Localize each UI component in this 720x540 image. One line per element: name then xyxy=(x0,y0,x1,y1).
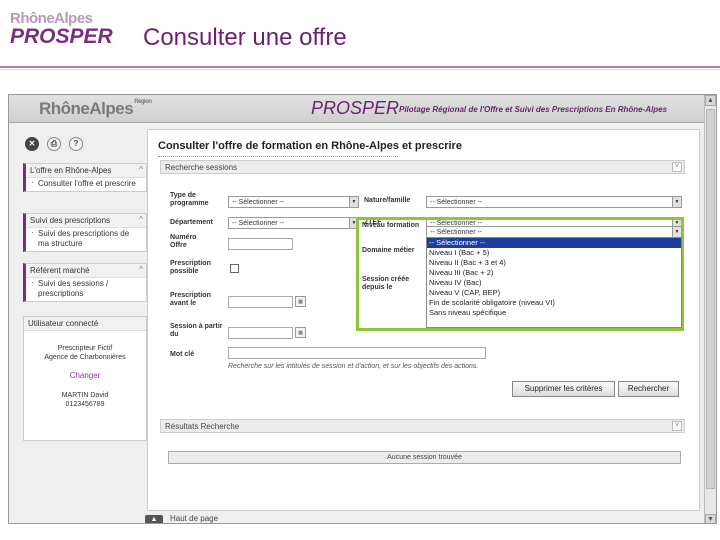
contact-name: MARTIN David xyxy=(61,392,109,399)
no-results-message: Aucune session trouvée xyxy=(168,451,681,464)
collapse-section-icon[interactable]: ˅ xyxy=(672,162,682,172)
user-name: Prescripteur Fictif xyxy=(57,345,113,352)
slide-divider xyxy=(0,66,720,68)
chevron-down-icon: ▼ xyxy=(672,197,681,207)
slide-logo: RhôneAlpes PROSPER xyxy=(10,10,120,49)
user-panel-title: Utilisateur connecté xyxy=(24,317,146,331)
main-panel: Consulter l'offre de formation en Rhône-… xyxy=(147,129,700,511)
dropdown-option[interactable]: -- Sélectionner -- xyxy=(427,238,681,248)
vertical-scrollbar[interactable]: ▲ ▼ xyxy=(704,95,716,523)
prescription-possible-label: Prescription possible xyxy=(170,260,211,275)
chevron-down-icon: ▼ xyxy=(349,197,358,207)
slide-title: Consulter une offre xyxy=(143,24,347,51)
search-button[interactable]: Rechercher xyxy=(618,381,679,397)
niveau-formation-value: -- Sélectionner -- xyxy=(430,229,483,236)
back-to-top-link[interactable]: Haut de page xyxy=(170,514,218,523)
type-programme-value: -- Sélectionner -- xyxy=(232,199,285,206)
dropdown-option[interactable]: Niveau II (Bac + 3 et 4) xyxy=(427,258,681,268)
departement-value: -- Sélectionner -- xyxy=(232,220,285,227)
numero-offre-label: Numéro Offre xyxy=(170,234,197,249)
dropdown-option[interactable]: Niveau IV (Bac) xyxy=(427,278,681,288)
departement-select[interactable]: -- Sélectionner -- ▼ xyxy=(228,217,359,229)
prescription-avant-label: Prescription avant le xyxy=(170,292,211,307)
session-partir-label: Session à partir du xyxy=(170,323,223,338)
menu-referent-title-label: Référent marché xyxy=(30,266,90,275)
collapse-icon[interactable]: ^ xyxy=(139,215,143,224)
chevron-down-icon: ▼ xyxy=(672,227,681,237)
session-creee-label: Session créée depuis le xyxy=(362,276,410,291)
menu-suivi-title[interactable]: Suivi des prescriptions ^ xyxy=(26,214,146,228)
nature-famille-value: -- Sélectionner -- xyxy=(430,199,483,206)
page-title: Consulter l'offre de formation en Rhône-… xyxy=(158,140,462,152)
user-agency: Agence de Charbonnières xyxy=(44,354,126,361)
app-logo-text: RhôneAlpes xyxy=(39,99,134,118)
app-prosper-title: PROSPER xyxy=(311,98,400,118)
scroll-up-arrow-icon[interactable]: ▲ xyxy=(705,95,716,106)
contact-phone: 0123456789 xyxy=(65,401,105,408)
niveau-formation-label: Niveau formation xyxy=(362,222,420,229)
back-to-top-icon[interactable]: ▲ xyxy=(145,515,163,523)
menu-item-suivi-sessions[interactable]: Suivi des sessions / prescriptions xyxy=(26,278,146,301)
collapse-icon[interactable]: ^ xyxy=(139,265,143,274)
search-section-title: Recherche sessions xyxy=(165,163,238,172)
menu-referent: Référent marché ^ Suivi des sessions / pr… xyxy=(23,263,147,302)
search-hint: Recherche sur les intitulés de session e… xyxy=(228,363,479,370)
clear-criteria-button[interactable]: Supprimer les critères xyxy=(512,381,615,397)
app-window: RhôneAlpesRégion PROSPER Pilotage Région… xyxy=(8,94,717,524)
help-icon[interactable]: ? xyxy=(69,137,83,151)
prescription-avant-input[interactable] xyxy=(228,296,293,308)
scroll-thumb[interactable] xyxy=(706,109,715,489)
left-sidebar: ✕ ⎙ ? L'offre en Rhône-Alpes ^ Consulter … xyxy=(9,123,149,523)
menu-offre: L'offre en Rhône-Alpes ^ Consulter l'offr… xyxy=(23,163,147,192)
type-programme-label: Type de programme xyxy=(170,192,209,207)
app-logo-sup: Région xyxy=(134,99,152,105)
results-section-header[interactable]: Résultats Recherche ˅ xyxy=(160,419,685,433)
dropdown-option[interactable]: Niveau V (CAP, BEP) xyxy=(427,288,681,298)
app-tagline: Pilotage Régional de l'Offre et Suivi de… xyxy=(399,105,668,114)
results-section-title: Résultats Recherche xyxy=(165,422,240,431)
dropdown-option[interactable]: Fin de scolarité obligatoire (niveau VI) xyxy=(427,298,681,308)
menu-item-suivi-prescriptions[interactable]: Suivi des prescriptions de ma structure xyxy=(26,228,146,251)
numero-offre-input[interactable] xyxy=(228,238,293,250)
app-logo[interactable]: RhôneAlpesRégion xyxy=(39,99,152,119)
app-header: RhôneAlpesRégion PROSPER Pilotage Région… xyxy=(9,95,706,123)
collapse-section-icon[interactable]: ˅ xyxy=(672,421,682,431)
menu-offre-title-label: L'offre en Rhône-Alpes xyxy=(30,166,112,175)
title-underline xyxy=(158,156,398,157)
dropdown-option[interactable]: Niveau III (Bac + 2) xyxy=(427,268,681,278)
menu-referent-title[interactable]: Référent marché ^ xyxy=(26,264,146,278)
menu-suivi-title-label: Suivi des prescriptions xyxy=(30,216,111,225)
menu-offre-title[interactable]: L'offre en Rhône-Alpes ^ xyxy=(26,164,146,178)
menu-item-consulter-offre[interactable]: Consulter l'offre et prescrire xyxy=(26,178,146,191)
print-icon[interactable]: ⎙ xyxy=(47,137,61,151)
search-section-header[interactable]: Recherche sessions ˅ xyxy=(160,160,685,174)
dropdown-option[interactable]: Niveau I (Bac + 5) xyxy=(427,248,681,258)
collapse-icon[interactable]: ^ xyxy=(139,165,143,174)
prescription-possible-checkbox[interactable] xyxy=(230,264,239,273)
mot-cle-input[interactable] xyxy=(228,347,486,359)
slide-logo-prosper: PROSPER xyxy=(10,25,113,48)
nature-famille-select[interactable]: -- Sélectionner -- ▼ xyxy=(426,196,682,208)
departement-label: Département xyxy=(170,219,213,226)
session-partir-input[interactable] xyxy=(228,327,293,339)
scroll-down-arrow-icon[interactable]: ▼ xyxy=(705,514,716,523)
calendar-icon[interactable]: ▦ xyxy=(295,327,306,338)
change-user-link[interactable]: Changer xyxy=(24,371,146,380)
type-programme-select[interactable]: -- Sélectionner -- ▼ xyxy=(228,196,359,208)
nature-famille-label: Nature/famille xyxy=(364,197,411,204)
domaine-metier-label: Domaine métier xyxy=(362,247,415,254)
mot-cle-label: Mot clé xyxy=(170,351,195,358)
slide-divider-light xyxy=(0,69,720,70)
menu-suivi: Suivi des prescriptions ^ Suivi des presc… xyxy=(23,213,147,252)
calendar-icon[interactable]: ▦ xyxy=(295,296,306,307)
close-icon[interactable]: ✕ xyxy=(25,137,39,151)
user-panel: Utilisateur connecté Prescripteur Fictif… xyxy=(23,316,147,441)
dropdown-option[interactable]: Sans niveau spécifique xyxy=(427,308,681,318)
niveau-formation-dropdown[interactable]: -- Sélectionner -- Niveau I (Bac + 5) Ni… xyxy=(426,237,682,328)
